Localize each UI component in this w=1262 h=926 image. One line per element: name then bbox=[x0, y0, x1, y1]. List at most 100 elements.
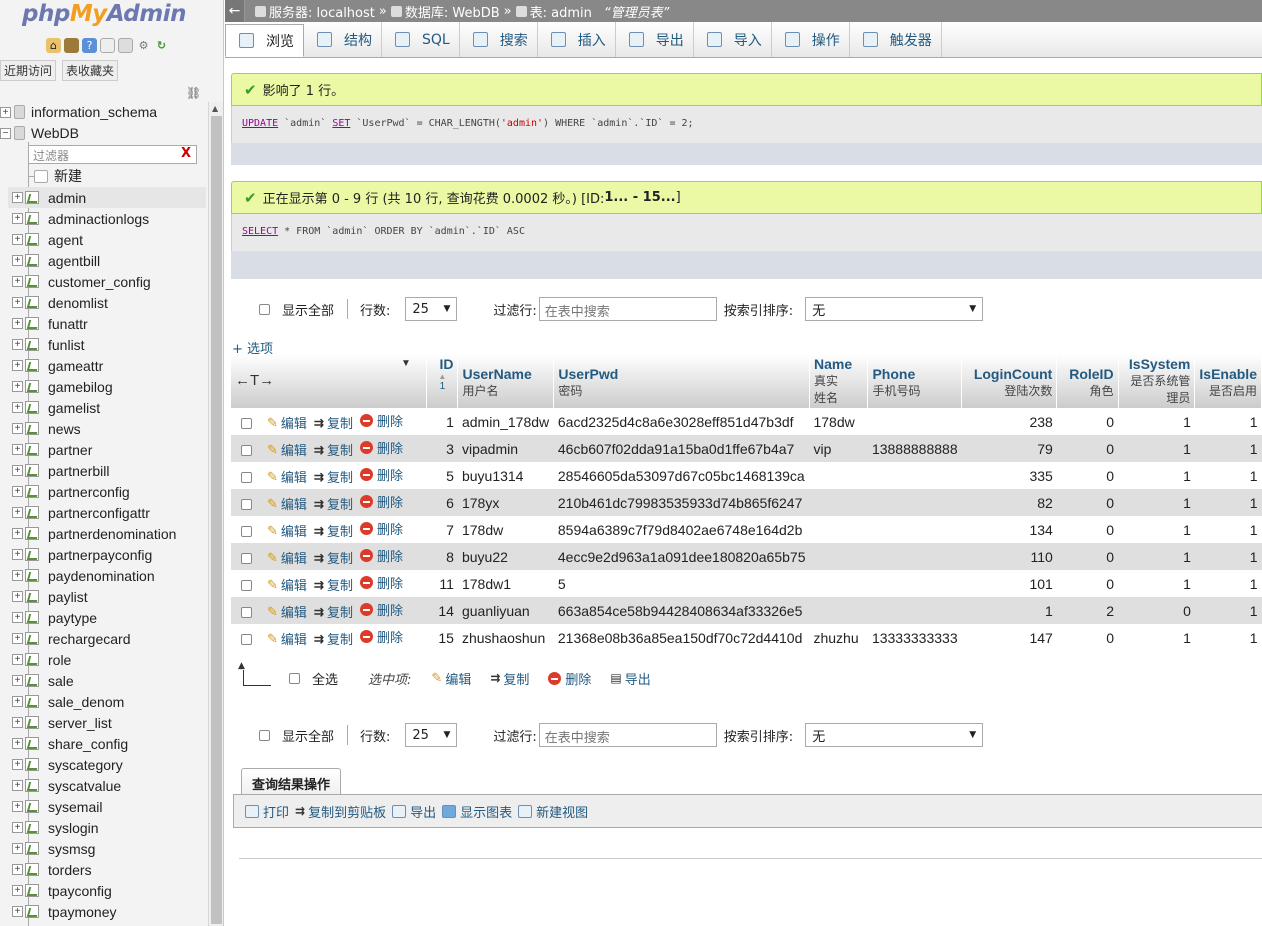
sidebar-item-gamelist[interactable]: + gamelist bbox=[8, 397, 206, 418]
cell-roleid[interactable]: 0 bbox=[1056, 543, 1119, 570]
table-icon[interactable] bbox=[25, 905, 39, 918]
expand-icon[interactable]: + bbox=[12, 633, 23, 644]
sidebar-item-gameattr[interactable]: + gameattr bbox=[8, 355, 206, 376]
select-all-checkbox[interactable] bbox=[289, 672, 300, 684]
table-icon[interactable] bbox=[25, 569, 39, 582]
recent-tab[interactable]: 近期访问 bbox=[0, 60, 57, 81]
sidebar-item-torders[interactable]: + torders bbox=[8, 859, 206, 880]
cell-username[interactable]: admin_178dw bbox=[457, 408, 554, 435]
cell-isenable[interactable]: 1 bbox=[1194, 516, 1262, 543]
cell-name[interactable] bbox=[809, 543, 868, 570]
column-menu-arrow-icon[interactable]: ▼ bbox=[401, 358, 411, 369]
table-icon[interactable] bbox=[25, 800, 39, 813]
cell-userpwd[interactable]: 8594a6389c7f79d8402ae6748e164d2b bbox=[553, 516, 810, 543]
cell-name[interactable] bbox=[809, 462, 868, 489]
cell-issystem[interactable]: 1 bbox=[1118, 543, 1195, 570]
sidebar-item-syscatvalue[interactable]: + syscatvalue bbox=[8, 775, 206, 796]
column-header-roleid[interactable]: RoleID 角色 bbox=[1056, 354, 1119, 408]
row-checkbox[interactable] bbox=[241, 444, 252, 456]
table-icon[interactable] bbox=[25, 611, 39, 624]
cell-roleid[interactable]: 0 bbox=[1056, 624, 1119, 651]
expand-icon[interactable]: + bbox=[12, 570, 23, 581]
sidebar-item-rechargecard[interactable]: + rechargecard bbox=[8, 628, 206, 649]
cell-userpwd[interactable]: 4ecc9e2d963a1a091dee180820a65b75 bbox=[553, 543, 810, 570]
row-checkbox[interactable] bbox=[241, 498, 252, 510]
table-icon[interactable] bbox=[25, 863, 39, 876]
copy-button[interactable]: ⇉ 复制 bbox=[314, 440, 353, 459]
cell-phone[interactable] bbox=[867, 489, 962, 516]
expand-icon[interactable]: + bbox=[12, 465, 23, 476]
breadcrumb-table[interactable]: 表: admin bbox=[530, 2, 592, 21]
exit-icon[interactable] bbox=[64, 38, 79, 53]
cell-phone[interactable] bbox=[867, 597, 962, 624]
breadcrumb-server[interactable]: 服务器: localhost bbox=[269, 2, 375, 21]
copy-button[interactable]: ⇉ 复制 bbox=[314, 467, 353, 486]
cell-phone[interactable] bbox=[867, 570, 962, 597]
gear-icon[interactable]: ⚙ bbox=[136, 38, 151, 53]
sidebar-item-sysemail[interactable]: + sysemail bbox=[8, 796, 206, 817]
edit-button[interactable]: ✎ 编辑 bbox=[267, 548, 307, 567]
scroll-up-icon[interactable]: ▲ bbox=[212, 104, 218, 113]
cell-userpwd[interactable]: 210b461dc79983535933d74b865f6247 bbox=[553, 489, 810, 516]
table-icon[interactable] bbox=[25, 758, 39, 771]
display-chart-link[interactable]: 显示图表 bbox=[442, 802, 512, 821]
cell-isenable[interactable]: 1 bbox=[1194, 570, 1262, 597]
cell-roleid[interactable]: 0 bbox=[1056, 462, 1119, 489]
cell-roleid[interactable]: 0 bbox=[1056, 408, 1119, 435]
sidebar-item-role[interactable]: + role bbox=[8, 649, 206, 670]
row-checkbox[interactable] bbox=[241, 417, 252, 429]
cell-roleid[interactable]: 0 bbox=[1056, 435, 1119, 462]
cell-id[interactable]: 7 bbox=[426, 516, 458, 543]
expand-icon[interactable]: + bbox=[12, 213, 23, 224]
table-icon[interactable] bbox=[25, 527, 39, 540]
delete-button[interactable]: 删除 bbox=[360, 600, 403, 619]
cell-id[interactable]: 3 bbox=[426, 435, 458, 462]
table-icon[interactable] bbox=[25, 317, 39, 330]
phpmyadmin-logo[interactable]: phpMyAdmin bbox=[22, 1, 186, 27]
row-checkbox[interactable] bbox=[241, 552, 252, 564]
select-all-label[interactable]: 全选 bbox=[312, 669, 338, 688]
expand-icon[interactable]: + bbox=[12, 717, 23, 728]
cell-phone[interactable] bbox=[867, 408, 962, 435]
table-icon[interactable] bbox=[25, 632, 39, 645]
collapse-icon[interactable]: − bbox=[0, 127, 11, 139]
cell-name[interactable]: zhuzhu bbox=[809, 624, 868, 651]
edit-button[interactable]: ✎ 编辑 bbox=[267, 494, 307, 513]
sidebar-item-agentbill[interactable]: + agentbill bbox=[8, 250, 206, 271]
expand-icon[interactable]: + bbox=[12, 402, 23, 413]
cell-userpwd[interactable]: 6acd2325d4c8a6e3028eff851d47b3df bbox=[553, 408, 810, 435]
table-icon[interactable] bbox=[25, 212, 39, 225]
sidebar-item-syscategory[interactable]: + syscategory bbox=[8, 754, 206, 775]
cell-id[interactable]: 1 bbox=[426, 408, 458, 435]
cell-username[interactable]: 178dw bbox=[457, 516, 554, 543]
cell-id[interactable]: 11 bbox=[426, 570, 458, 597]
column-header-logincount[interactable]: LoginCount 登陆次数 bbox=[961, 354, 1058, 408]
expand-icon[interactable]: + bbox=[0, 106, 11, 118]
copy-button[interactable]: ⇉ 复制 bbox=[314, 521, 353, 540]
cell-logincount[interactable]: 1 bbox=[961, 597, 1057, 624]
table-icon[interactable] bbox=[25, 884, 39, 897]
cell-name[interactable] bbox=[809, 516, 868, 543]
column-header-username[interactable]: UserName 用户名 bbox=[457, 354, 555, 408]
sidebar-item-partner[interactable]: + partner bbox=[8, 439, 206, 460]
help-icon[interactable]: ? bbox=[82, 38, 97, 53]
cell-phone[interactable] bbox=[867, 543, 962, 570]
expand-icon[interactable]: + bbox=[12, 255, 23, 266]
sidebar-item-sale[interactable]: + sale bbox=[8, 670, 206, 691]
table-icon[interactable] bbox=[25, 338, 39, 351]
cell-username[interactable]: buyu22 bbox=[457, 543, 554, 570]
cell-phone[interactable] bbox=[867, 516, 962, 543]
column-header-phone[interactable]: Phone 手机号码 bbox=[867, 354, 963, 408]
row-checkbox[interactable] bbox=[241, 525, 252, 537]
column-header-name[interactable]: Name 真实姓名 bbox=[809, 354, 869, 408]
cell-isenable[interactable]: 1 bbox=[1194, 543, 1262, 570]
show-all-checkbox[interactable] bbox=[259, 729, 270, 741]
scrollbar-thumb[interactable] bbox=[211, 116, 222, 924]
favorites-tab[interactable]: 表收藏夹 bbox=[62, 60, 119, 81]
copy-to-clipboard-link[interactable]: ⇉ 复制到剪贴板 bbox=[295, 802, 386, 821]
cell-logincount[interactable]: 101 bbox=[961, 570, 1057, 597]
sidebar-item-gamebilog[interactable]: + gamebilog bbox=[8, 376, 206, 397]
table-icon[interactable] bbox=[25, 590, 39, 603]
cell-isenable[interactable]: 1 bbox=[1194, 489, 1262, 516]
column-header-userpwd[interactable]: UserPwd 密码 bbox=[553, 354, 810, 408]
